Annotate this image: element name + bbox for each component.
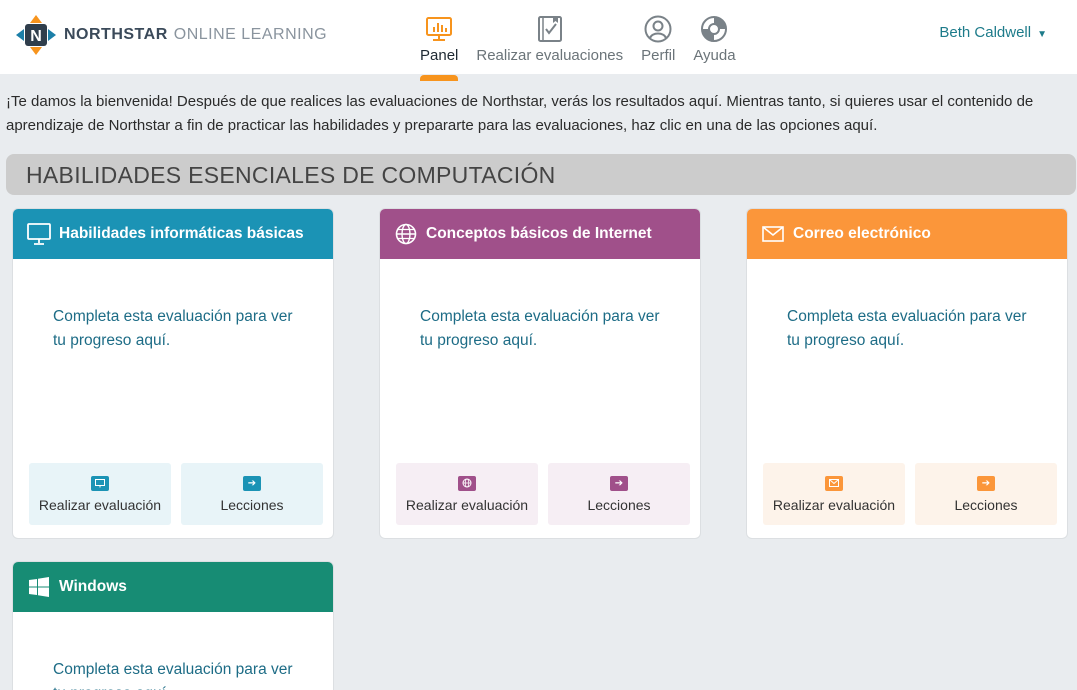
lessons-label: Lecciones xyxy=(954,496,1018,513)
user-menu[interactable]: Beth Caldwell ▼ xyxy=(939,24,1047,41)
nav-assessments[interactable]: Realizar evaluaciones xyxy=(476,14,623,64)
nav-panel-label: Panel xyxy=(420,47,459,64)
monitor-icon xyxy=(27,222,51,246)
chevron-down-icon: ▼ xyxy=(1037,29,1047,40)
nav-profile-label: Perfil xyxy=(641,47,676,64)
card-actions: Realizar evaluación ➔ Lecciones xyxy=(763,463,1057,525)
lessons-label: Lecciones xyxy=(220,496,284,513)
brand-name: NORTHSTAR ONLINE LEARNING xyxy=(64,26,327,44)
take-assessment-label: Realizar evaluación xyxy=(38,496,162,513)
svg-text:N: N xyxy=(30,28,42,45)
section-header: HABILIDADES ESENCIALES DE COMPUTACIÓN xyxy=(6,154,1076,195)
nav-help[interactable]: Ayuda xyxy=(693,14,736,64)
card-title: Habilidades informáticas básicas xyxy=(59,225,304,242)
take-assessment-button[interactable]: Realizar evaluación xyxy=(29,463,171,525)
globe-icon xyxy=(394,222,418,246)
card-progress-message: Completa esta evaluación para ver tu pro… xyxy=(420,308,660,349)
card-title: Windows xyxy=(59,578,127,595)
arrow-right-icon: ➔ xyxy=(610,475,628,491)
lessons-button[interactable]: ➔ Lecciones xyxy=(915,463,1057,525)
card-title: Correo electrónico xyxy=(793,225,931,242)
windows-logo-icon xyxy=(27,575,51,599)
card-header[interactable]: Windows xyxy=(13,562,333,612)
envelope-icon xyxy=(825,475,843,491)
globe-icon xyxy=(458,475,476,491)
active-tab-indicator xyxy=(420,75,459,81)
card-basic-computer-skills: Habilidades informáticas básicas Complet… xyxy=(12,208,334,539)
take-assessment-label: Realizar evaluación xyxy=(405,496,529,513)
northstar-logo[interactable]: N NORTHSTAR ONLINE LEARNING xyxy=(16,15,327,55)
assessment-book-icon xyxy=(537,14,563,44)
nav-panel[interactable]: Panel xyxy=(420,14,459,81)
user-profile-icon xyxy=(644,14,672,44)
card-header[interactable]: Correo electrónico xyxy=(747,209,1067,259)
envelope-icon xyxy=(761,222,785,246)
lessons-button[interactable]: ➔ Lecciones xyxy=(548,463,690,525)
monitor-icon xyxy=(91,475,109,491)
nav-assessments-label: Realizar evaluaciones xyxy=(476,47,624,64)
top-header: N NORTHSTAR ONLINE LEARNING Panel Realiz… xyxy=(0,0,1077,81)
card-title: Conceptos básicos de Internet xyxy=(426,225,652,242)
arrow-right-icon: ➔ xyxy=(243,475,261,491)
arrow-right-icon: ➔ xyxy=(977,475,995,491)
card-internet-basics: Conceptos básicos de Internet Completa e… xyxy=(379,208,701,539)
nav-profile[interactable]: Perfil xyxy=(641,14,675,64)
brand-bold: NORTHSTAR xyxy=(64,26,168,43)
lifebuoy-icon xyxy=(700,14,728,44)
card-header[interactable]: Habilidades informáticas básicas xyxy=(13,209,333,259)
main-nav: Panel Realizar evaluaciones Perfil Ayuda xyxy=(420,14,754,81)
card-actions: Realizar evaluación ➔ Lecciones xyxy=(396,463,690,525)
card-progress-message: Completa esta evaluación para ver tu pro… xyxy=(53,308,293,349)
card-email: Correo electrónico Completa esta evaluac… xyxy=(746,208,1068,539)
card-progress-message: Completa esta evaluación para ver tu pro… xyxy=(53,661,293,690)
card-windows: Windows Completa esta evaluación para ve… xyxy=(12,561,334,690)
card-header[interactable]: Conceptos básicos de Internet xyxy=(380,209,700,259)
take-assessment-button[interactable]: Realizar evaluación xyxy=(763,463,905,525)
welcome-message: ¡Te damos la bienvenida! Después de que … xyxy=(6,93,1034,134)
nav-help-label: Ayuda xyxy=(693,47,736,64)
northstar-logo-mark: N xyxy=(16,15,56,55)
lessons-button[interactable]: ➔ Lecciones xyxy=(181,463,323,525)
section-title: HABILIDADES ESENCIALES DE COMPUTACIÓN xyxy=(26,162,556,188)
brand-light: ONLINE LEARNING xyxy=(173,26,328,43)
card-progress-message: Completa esta evaluación para ver tu pro… xyxy=(787,308,1027,349)
user-name: Beth Caldwell xyxy=(939,24,1032,41)
lessons-label: Lecciones xyxy=(587,496,651,513)
dashboard-chart-icon xyxy=(426,14,453,44)
card-actions: Realizar evaluación ➔ Lecciones xyxy=(29,463,323,525)
take-assessment-button[interactable]: Realizar evaluación xyxy=(396,463,538,525)
take-assessment-label: Realizar evaluación xyxy=(772,496,896,513)
